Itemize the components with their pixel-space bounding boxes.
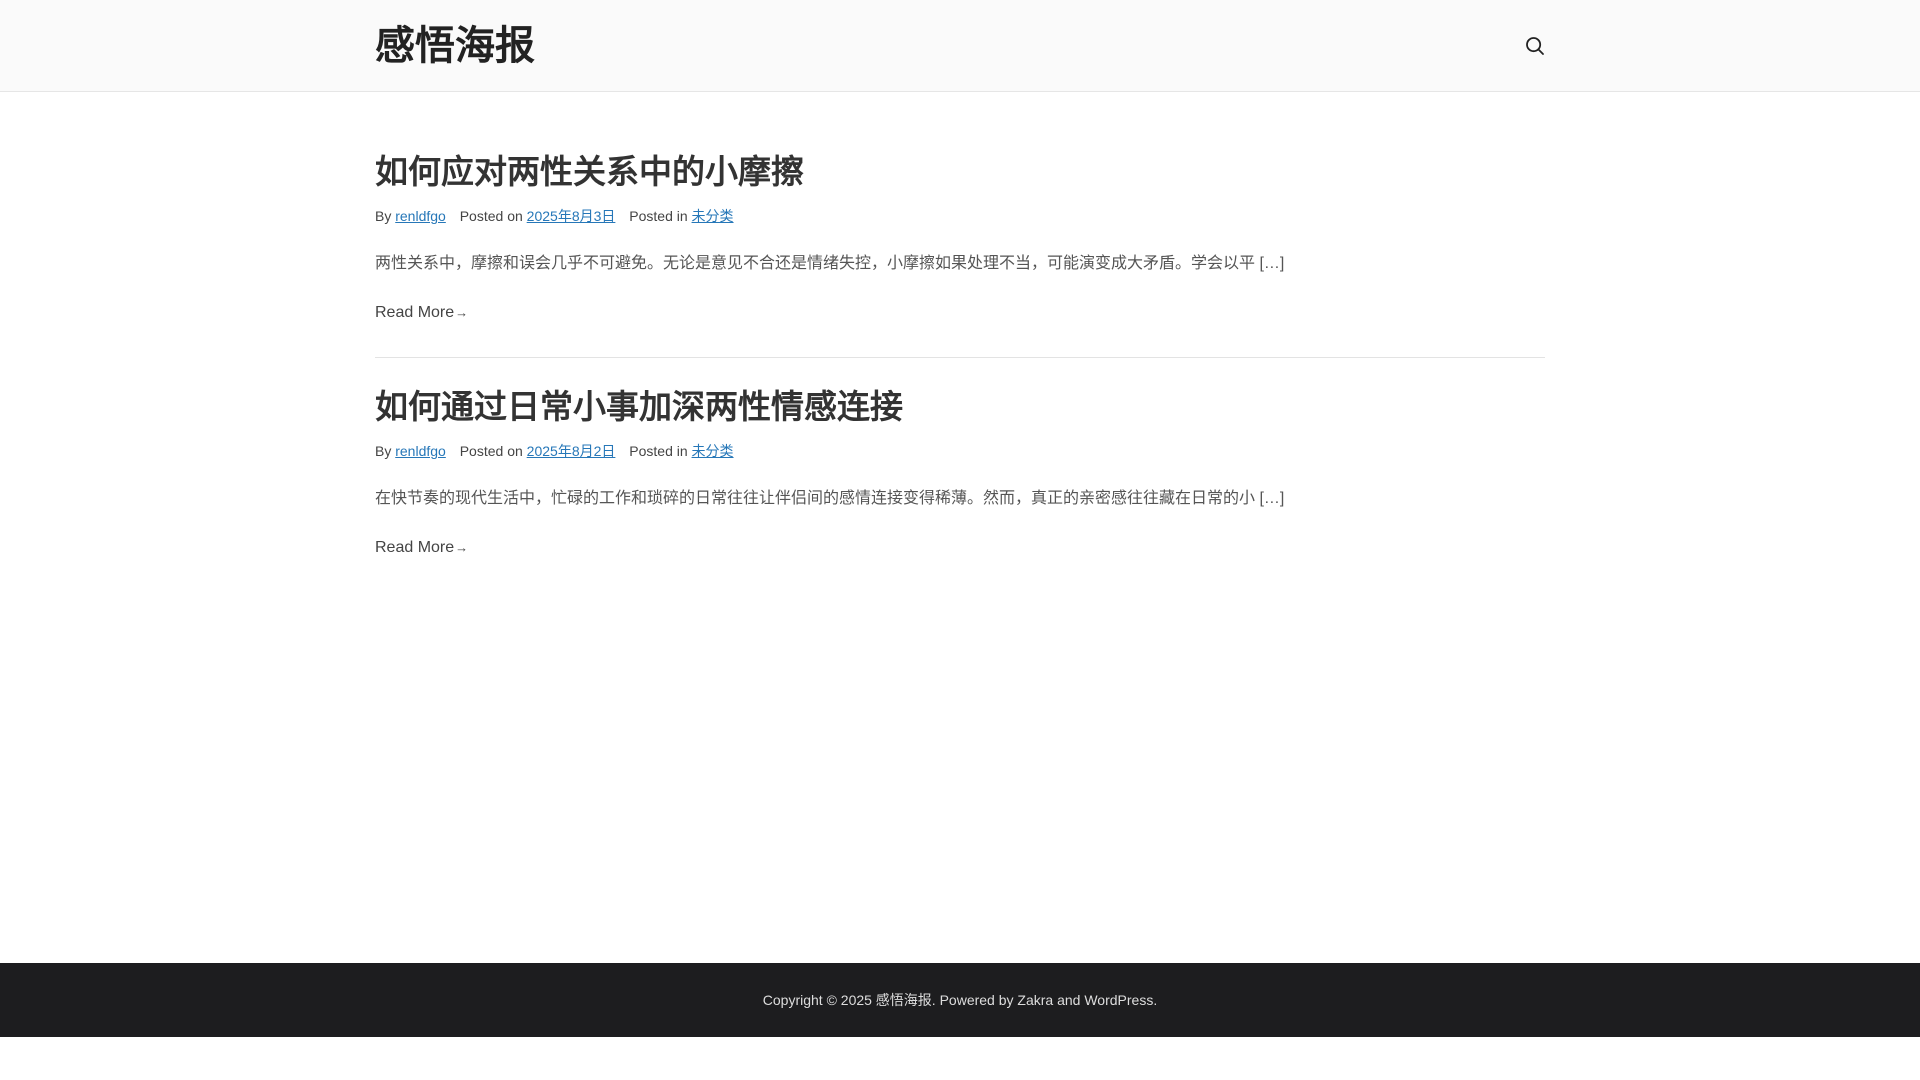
posted-in-label: Posted in xyxy=(629,443,688,459)
post-title-link[interactable]: 如何通过日常小事加深两性情感连接 xyxy=(375,385,1545,429)
site-footer: Copyright © 2025 感悟海报. Powered by Zakra … xyxy=(0,963,1920,1037)
page: 感悟海报 如何应对两性关系中的小摩擦 By renldfgo Posted on… xyxy=(0,0,1920,1080)
read-more-label: Read More xyxy=(375,539,455,556)
site-title-link[interactable]: 感悟海报 xyxy=(375,20,535,72)
category-link[interactable]: 未分类 xyxy=(692,443,734,459)
arrow-right-icon: → xyxy=(455,305,469,320)
posted-in-label: Posted in xyxy=(629,208,688,224)
read-more-link[interactable]: Read More→ xyxy=(375,537,468,559)
by-label: By xyxy=(375,208,392,224)
post-divider xyxy=(375,357,1545,358)
posted-on-label: Posted on xyxy=(459,208,523,224)
post-meta: By renldfgo Posted on 2025年8月3日 Posted i… xyxy=(375,207,1545,225)
search-icon xyxy=(1526,37,1544,55)
post-article: 如何应对两性关系中的小摩擦 By renldfgo Posted on 2025… xyxy=(375,150,1545,324)
site-header: 感悟海报 xyxy=(0,0,1920,92)
read-more-link[interactable]: Read More→ xyxy=(375,302,468,324)
post-title-link[interactable]: 如何应对两性关系中的小摩擦 xyxy=(375,150,1545,194)
post-article: 如何通过日常小事加深两性情感连接 By renldfgo Posted on 2… xyxy=(375,385,1545,559)
post-meta: By renldfgo Posted on 2025年8月2日 Posted i… xyxy=(375,442,1545,460)
by-label: By xyxy=(375,443,392,459)
post-excerpt: 两性关系中，摩擦和误会几乎不可避免。无论是意见不合还是情绪失控，小摩擦如果处理不… xyxy=(375,255,1285,272)
author-link[interactable]: renldfgo xyxy=(395,208,446,224)
read-more-label: Read More xyxy=(375,304,455,321)
category-link[interactable]: 未分类 xyxy=(692,208,734,224)
copyright-text: Copyright © 2025 感悟海报. Powered by Zakra … xyxy=(762,992,1158,1008)
posted-on-label: Posted on xyxy=(459,443,523,459)
arrow-right-icon: → xyxy=(455,540,469,555)
date-link[interactable]: 2025年8月3日 xyxy=(527,208,616,224)
author-link[interactable]: renldfgo xyxy=(395,443,446,459)
post-excerpt: 在快节奏的现代生活中，忙碌的工作和琐碎的日常往往让伴侣间的感情连接变得稀薄。然而… xyxy=(375,490,1285,507)
date-link[interactable]: 2025年8月2日 xyxy=(527,443,616,459)
search-button[interactable] xyxy=(1522,33,1548,59)
